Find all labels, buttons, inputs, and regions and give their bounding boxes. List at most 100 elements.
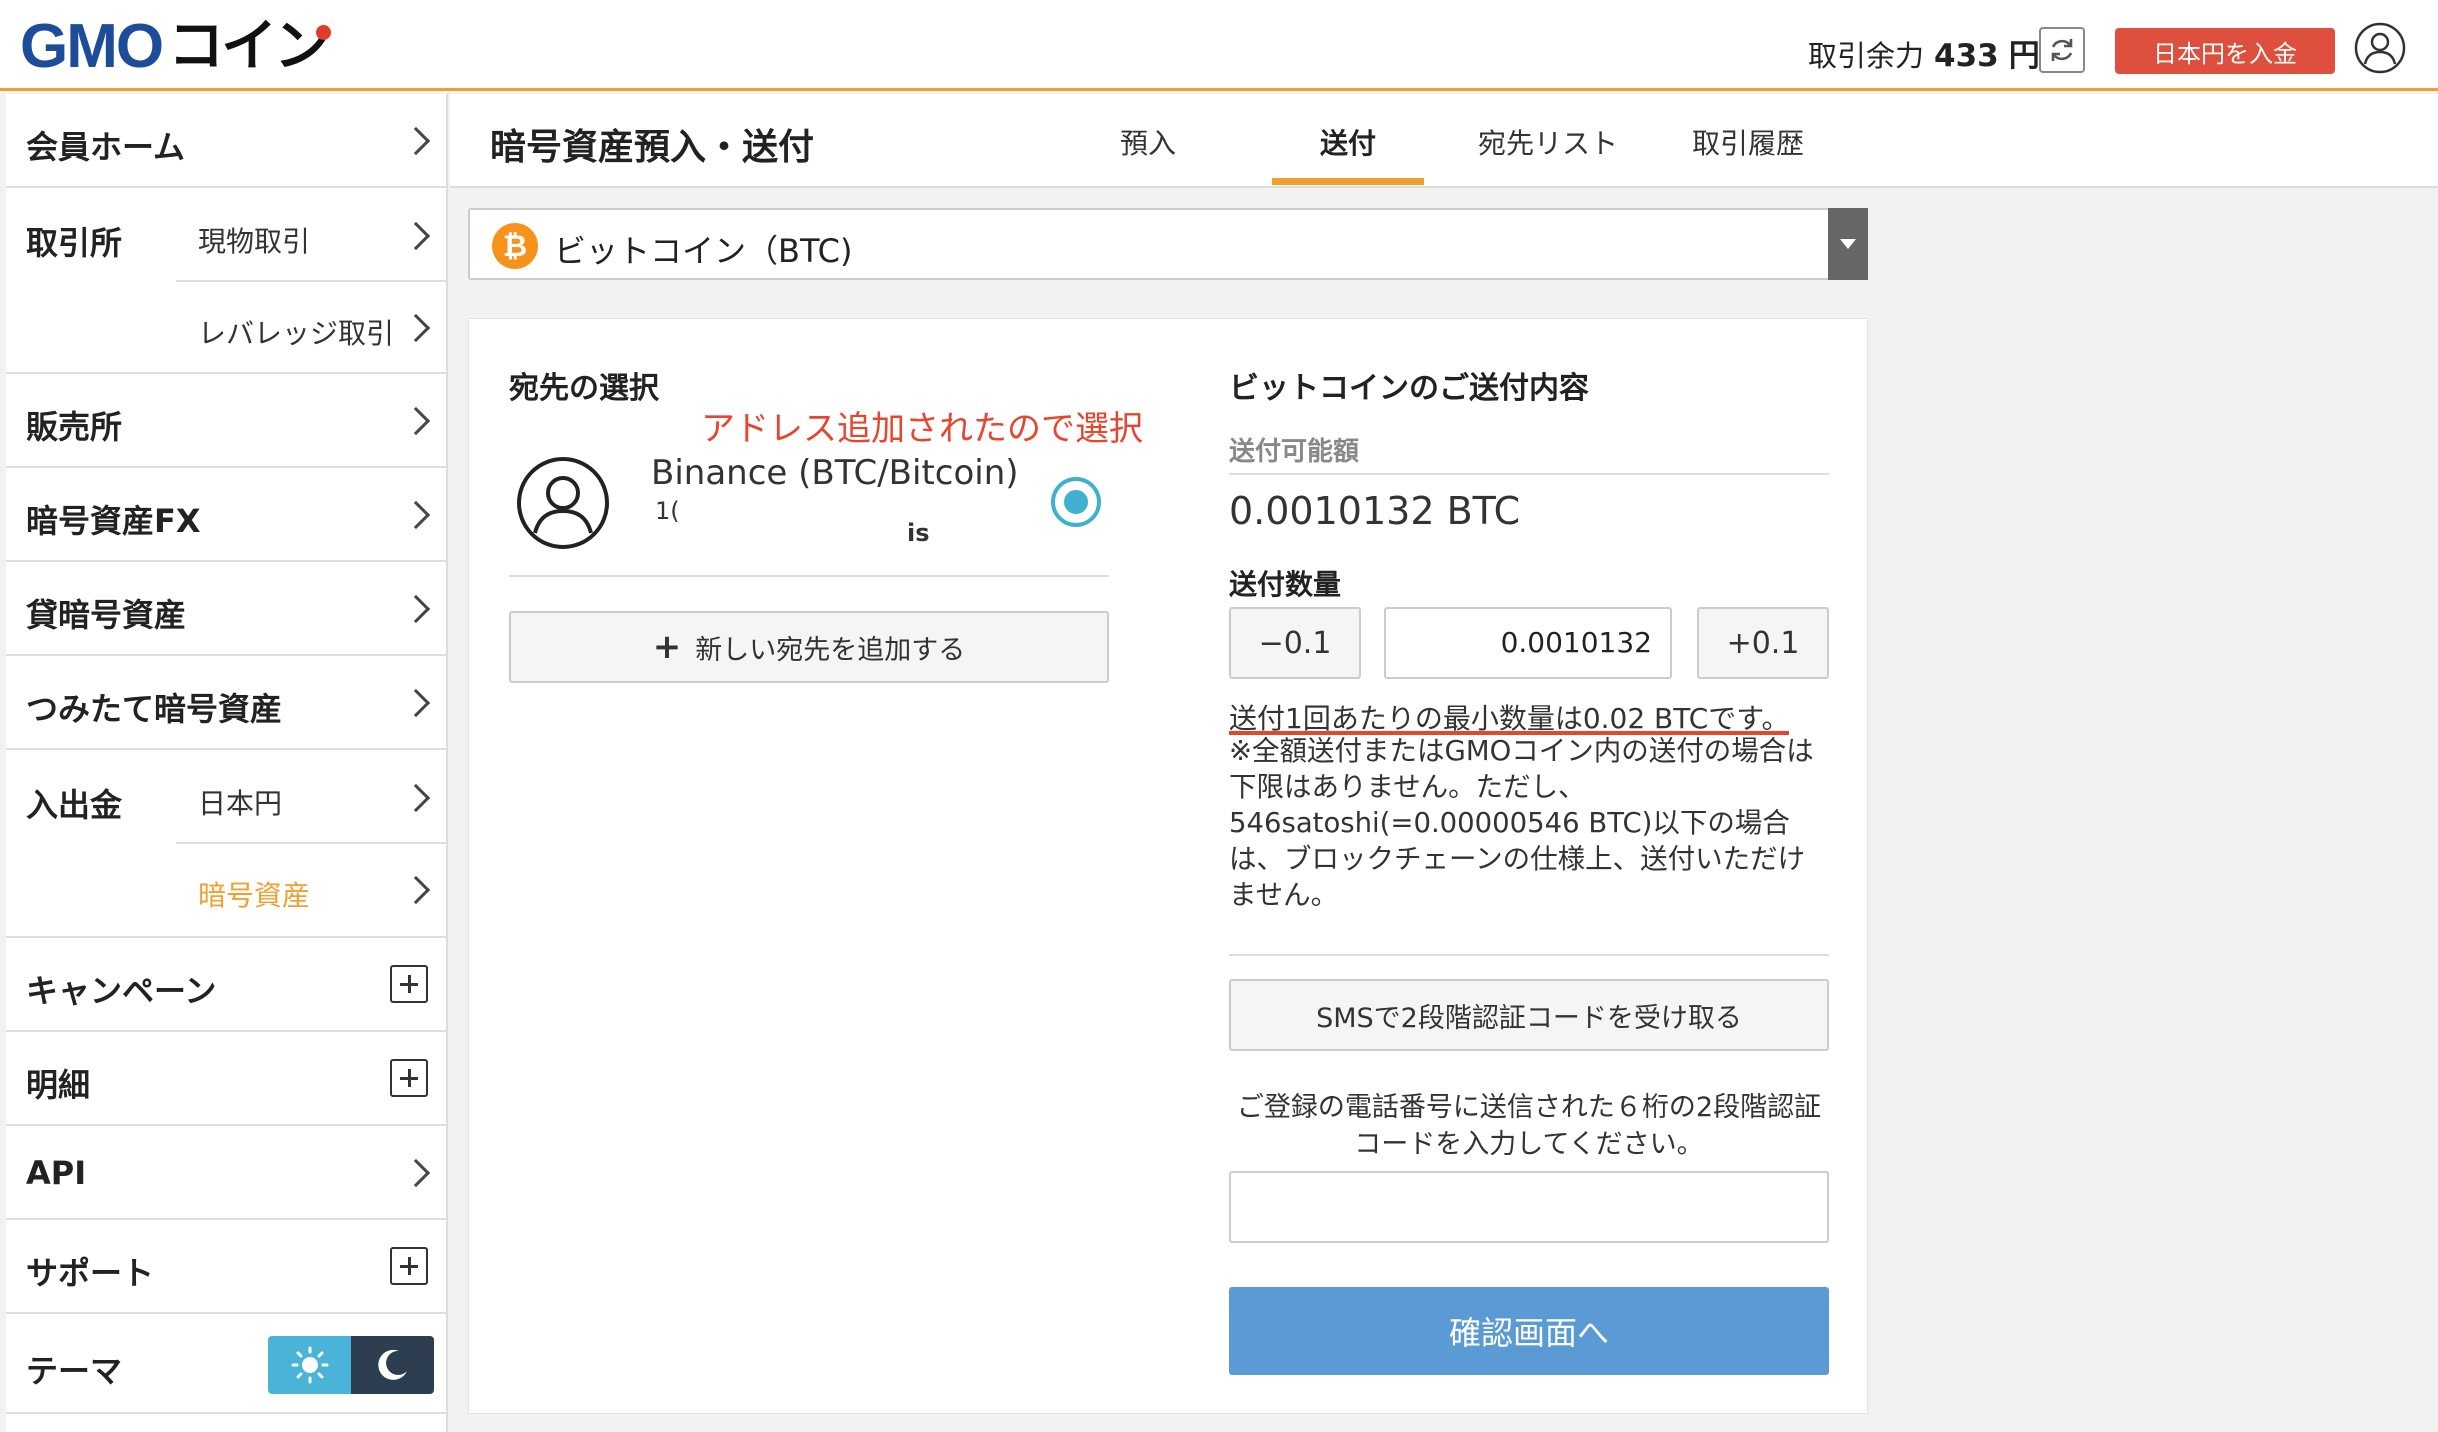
sidebar-item-leverage-trading[interactable]: レバレッジ取引 xyxy=(176,282,448,374)
theme-light-option[interactable] xyxy=(268,1336,351,1394)
chevron-right-icon xyxy=(401,688,431,718)
trading-balance: 取引余力 433 円 xyxy=(1808,30,2040,75)
sidebar-item-label: キャンペーン xyxy=(26,972,217,1010)
active-tab-indicator xyxy=(1272,178,1424,185)
logo-coin-text: コイン xyxy=(168,19,335,75)
divider xyxy=(1229,473,1829,475)
refresh-button[interactable] xyxy=(2039,27,2085,73)
available-label: 送付可能額 xyxy=(1229,437,1360,467)
chevron-right-icon xyxy=(401,126,431,156)
gmo-coin-logo[interactable]: GMO コイン xyxy=(20,12,335,82)
user-icon[interactable] xyxy=(2354,22,2406,74)
sidebar-item-crypto-lending[interactable]: 貸暗号資産 xyxy=(6,562,448,656)
header: GMO コイン 取引余力 433 円 日本円を入金 xyxy=(0,0,2438,91)
increase-quantity-button[interactable]: +0.1 xyxy=(1697,607,1829,679)
send-limit-note: ※全額送付またはGMOコイン内の送付の場合は下限はありません。ただし、546sa… xyxy=(1229,735,1814,911)
annotation-text: アドレス追加されたので選択 xyxy=(701,409,1143,449)
sidebar-item-label: 販売所 xyxy=(26,408,123,446)
sidebar-sub-label-active: 暗号資産 xyxy=(198,879,311,912)
sidebar-group-deposit-withdraw: 入出金 日本円 暗号資産 xyxy=(6,750,448,938)
sidebar-item-crypto-active[interactable]: 暗号資産 xyxy=(176,844,448,938)
quantity-label: 送付数量 xyxy=(1229,568,1342,601)
sidebar-item-label: 明細 xyxy=(26,1066,91,1104)
sun-icon xyxy=(291,1346,328,1384)
dropdown-arrow-icon[interactable] xyxy=(1828,208,1868,280)
address-fragment: is xyxy=(907,519,930,547)
expand-plus-icon[interactable] xyxy=(390,1059,428,1097)
sidebar-item-crypto-savings[interactable]: つみたて暗号資産 xyxy=(6,656,448,750)
sidebar-item-jpy[interactable]: 日本円 xyxy=(176,750,448,842)
sidebar-group-exchange: 取引所 現物取引 レバレッジ取引 xyxy=(6,188,448,374)
theme-dark-option[interactable] xyxy=(351,1336,434,1394)
destination-section-title: 宛先の選択 xyxy=(509,371,659,406)
sidebar-item-campaign[interactable]: キャンペーン xyxy=(6,938,448,1032)
sidebar-item-support[interactable]: サポート xyxy=(6,1220,448,1314)
sidebar: 会員ホーム 取引所 現物取引 レバレッジ取引 販売所 暗号資産FX 貸暗号資産 … xyxy=(6,94,448,1432)
tab-deposit[interactable]: 預入 xyxy=(1120,122,1176,162)
chevron-right-icon xyxy=(401,313,431,343)
decrease-quantity-button[interactable]: −0.1 xyxy=(1229,607,1361,679)
sms-instruction: ご登録の電話番号に送信された６桁の2段階認証コードを入力してください。 xyxy=(1236,1092,1822,1160)
tab-history[interactable]: 取引履歴 xyxy=(1692,122,1804,162)
logo-red-dot xyxy=(316,25,332,40)
tab-address-list[interactable]: 宛先リスト xyxy=(1478,122,1618,162)
address-name: Binance (BTC/Bitcoin) xyxy=(651,453,1019,493)
sidebar-sub-label: 現物取引 xyxy=(198,225,311,258)
divider xyxy=(1229,954,1829,956)
chevron-right-icon xyxy=(401,594,431,624)
sidebar-group-label: 入出金 xyxy=(26,786,123,824)
page-header: 暗号資産預入・送付 預入 送付 宛先リスト 取引履歴 xyxy=(450,94,2438,188)
send-section-title: ビットコインのご送付内容 xyxy=(1229,371,1589,406)
chevron-right-icon xyxy=(401,406,431,436)
sidebar-item-label: 貸暗号資産 xyxy=(26,596,187,634)
sidebar-item-crypto-fx[interactable]: 暗号資産FX xyxy=(6,468,448,562)
deposit-jpy-button[interactable]: 日本円を入金 xyxy=(2115,28,2335,74)
chevron-right-icon xyxy=(401,1158,431,1188)
bitcoin-icon: ₿ xyxy=(492,223,538,269)
sidebar-item-label: つみたて暗号資産 xyxy=(26,690,283,728)
chevron-right-icon xyxy=(401,221,431,251)
balance-value: 433 xyxy=(1934,38,1999,74)
sms-code-button[interactable]: SMSで2段階認証コードを受け取る xyxy=(1229,979,1829,1051)
sidebar-item-label: 暗号資産FX xyxy=(26,502,201,540)
plus-icon: + xyxy=(652,627,682,667)
balance-label: 取引余力 xyxy=(1808,39,1925,73)
sidebar-item-sales[interactable]: 販売所 xyxy=(6,374,448,468)
verification-code-input[interactable] xyxy=(1229,1171,1829,1243)
quantity-input[interactable]: 0.0010132 xyxy=(1384,607,1672,679)
app-window: GMO コイン 取引余力 433 円 日本円を入金 会員ホーム 取引所 現物取引… xyxy=(0,0,2438,1432)
chevron-right-icon xyxy=(401,783,431,813)
sidebar-sub-label: 日本円 xyxy=(198,787,283,820)
refresh-icon xyxy=(2051,39,2073,61)
available-amount: 0.0010132 BTC xyxy=(1229,489,1521,533)
tab-send-active[interactable]: 送付 xyxy=(1320,122,1376,162)
sidebar-item-spot-trading[interactable]: 現物取引 xyxy=(176,188,448,280)
balance-unit: 円 xyxy=(2008,38,2040,74)
chevron-right-icon xyxy=(401,875,431,905)
moon-icon xyxy=(377,1349,407,1380)
address-fragment: 1( xyxy=(655,497,680,525)
currency-select-value: ビットコイン（BTC) xyxy=(554,232,853,270)
sidebar-group-label: 取引所 xyxy=(26,224,123,262)
sidebar-item-statements[interactable]: 明細 xyxy=(6,1032,448,1126)
sidebar-item-label: テーマ xyxy=(26,1352,123,1390)
theme-toggle[interactable] xyxy=(268,1336,434,1394)
logo-gmo-text: GMO xyxy=(20,12,164,81)
add-address-label: 新しい宛先を追加する xyxy=(695,634,966,666)
page-title: 暗号資産預入・送付 xyxy=(490,127,815,168)
sidebar-item-label: サポート xyxy=(26,1254,155,1292)
expand-plus-icon[interactable] xyxy=(390,1247,428,1285)
confirm-button[interactable]: 確認画面へ xyxy=(1229,1287,1829,1375)
add-new-address-button[interactable]: + 新しい宛先を追加する xyxy=(509,611,1109,683)
sidebar-item-label: 会員ホーム xyxy=(26,128,186,166)
currency-select[interactable]: ₿ ビットコイン（BTC) xyxy=(468,208,1868,280)
sidebar-item-member-home[interactable]: 会員ホーム xyxy=(6,94,448,188)
chevron-right-icon xyxy=(401,500,431,530)
address-radio-selected[interactable] xyxy=(1051,477,1101,527)
expand-plus-icon[interactable] xyxy=(390,965,428,1003)
divider xyxy=(509,575,1109,577)
sidebar-item-api[interactable]: API xyxy=(6,1126,448,1220)
address-avatar-icon xyxy=(517,457,609,549)
sidebar-sub-label: レバレッジ取引 xyxy=(198,317,395,350)
send-form-card: 宛先の選択 アドレス追加されたので選択 Binance (BTC/Bitcoin… xyxy=(468,318,1868,1414)
